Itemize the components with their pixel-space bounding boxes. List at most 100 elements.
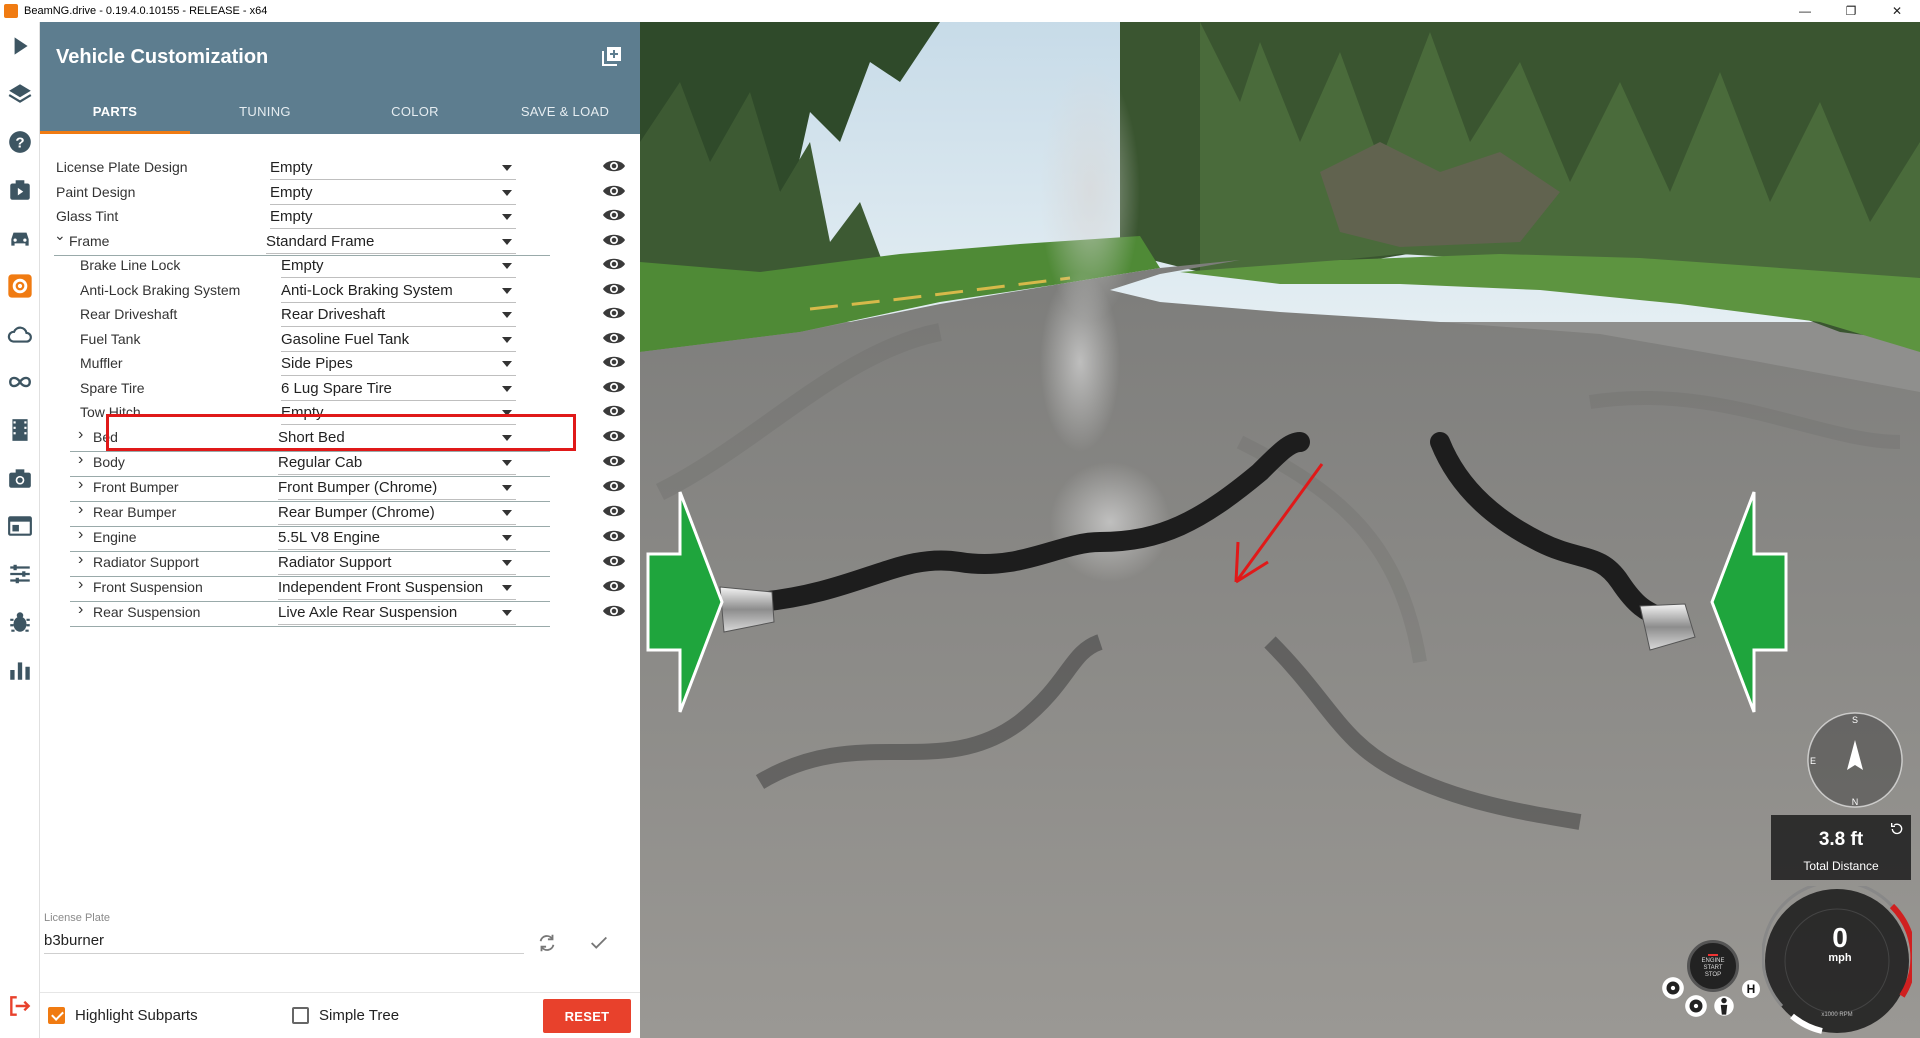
chevron-down-icon[interactable]: ⌄ — [54, 227, 66, 244]
visibility-eye-icon[interactable] — [602, 207, 626, 225]
visibility-eye-icon[interactable] — [602, 528, 626, 546]
chevron-right-icon[interactable]: › — [78, 451, 83, 469]
missions-icon[interactable] — [0, 166, 40, 214]
part-select-value: Radiator Support — [278, 553, 392, 571]
chevron-right-icon[interactable]: › — [78, 426, 83, 444]
visibility-eye-icon[interactable] — [602, 428, 626, 446]
parts-gear-icon[interactable] — [0, 262, 40, 310]
chevron-right-icon[interactable]: › — [78, 501, 83, 519]
apply-check-icon[interactable] — [588, 932, 610, 954]
visibility-eye-icon[interactable] — [602, 232, 626, 250]
part-select-value: Standard Frame — [266, 232, 375, 250]
chevron-right-icon[interactable]: › — [78, 476, 83, 494]
part-select-value: Empty — [281, 404, 324, 421]
visibility-eye-icon[interactable] — [602, 603, 626, 621]
part-select-value: Anti-Lock Braking System — [281, 281, 453, 299]
tab-parts[interactable]: PARTS — [40, 88, 190, 134]
visibility-eye-icon[interactable] — [602, 305, 626, 323]
license-plate-input[interactable]: b3burner — [44, 926, 524, 954]
part-select-value: Empty — [270, 183, 313, 201]
gear-indicator: H — [1742, 980, 1760, 998]
visibility-eye-icon[interactable] — [602, 403, 626, 421]
film-icon[interactable] — [0, 406, 40, 454]
part-label: Frame — [69, 232, 110, 249]
driver-icon[interactable] — [1713, 993, 1735, 1019]
visibility-eye-icon[interactable] — [602, 503, 626, 521]
camera-icon[interactable] — [0, 454, 40, 502]
layers-icon[interactable] — [0, 70, 40, 118]
visibility-eye-icon[interactable] — [602, 553, 626, 571]
stats-icon[interactable] — [0, 646, 40, 694]
popout-window-icon[interactable] — [600, 44, 624, 68]
chevron-right-icon[interactable]: › — [78, 551, 83, 569]
tab-save-load[interactable]: SAVE & LOAD — [490, 88, 640, 134]
game-viewport[interactable] — [640, 22, 1920, 1038]
help-icon[interactable]: ? — [0, 118, 40, 166]
svg-text:?: ? — [15, 134, 24, 151]
part-select-value: Regular Cab — [278, 453, 363, 471]
vehicle-customization-panel: Vehicle Customization PARTS TUNING COLOR… — [40, 22, 640, 1038]
restore-button[interactable]: ❐ — [1828, 0, 1874, 22]
cloud-icon[interactable] — [0, 310, 40, 358]
part-select-value: Rear Driveshaft — [281, 306, 386, 323]
visibility-eye-icon[interactable] — [602, 158, 626, 176]
beamng-app-icon — [4, 4, 18, 18]
reset-button[interactable]: RESET — [543, 999, 631, 1033]
speed-value: 0 — [1832, 922, 1848, 953]
part-select-value: Independent Front Suspension — [278, 578, 484, 596]
chevron-right-icon[interactable]: › — [78, 526, 83, 544]
wheel-icon[interactable] — [1683, 993, 1709, 1019]
dropdown-caret-icon — [502, 287, 512, 294]
visibility-eye-icon[interactable] — [602, 281, 626, 299]
refresh-icon[interactable] — [536, 932, 558, 954]
part-label: Paint Design — [56, 183, 136, 200]
panel-tabs: PARTS TUNING COLOR SAVE & LOAD — [40, 88, 640, 134]
dropdown-caret-icon — [502, 361, 512, 367]
visibility-eye-icon[interactable] — [602, 183, 626, 201]
simple-tree-label: Simple Tree — [319, 1007, 400, 1024]
dropdown-caret-icon — [502, 165, 512, 171]
visibility-eye-icon[interactable] — [602, 478, 626, 496]
engine-start-stop-button[interactable]: ENGINE START STOP — [1687, 940, 1739, 992]
part-select-value: Side Pipes — [281, 355, 353, 372]
dropdown-caret-icon — [502, 584, 512, 591]
minimize-button[interactable]: — — [1782, 0, 1828, 22]
panel-header: Vehicle Customization PARTS TUNING COLOR… — [40, 22, 640, 134]
visibility-eye-icon[interactable] — [602, 453, 626, 471]
windows-icon[interactable] — [0, 502, 40, 550]
close-button[interactable]: ✕ — [1874, 0, 1920, 22]
part-label: Body — [93, 453, 125, 470]
reset-distance-icon[interactable] — [1889, 821, 1905, 837]
flowgraph-icon[interactable] — [0, 358, 40, 406]
panel-title: Vehicle Customization — [56, 46, 269, 68]
visibility-eye-icon[interactable] — [602, 256, 626, 274]
highlight-subparts-checkbox[interactable]: Highlight Subparts — [48, 1007, 198, 1024]
dropdown-caret-icon — [502, 336, 512, 343]
part-label: Rear Driveshaft — [80, 306, 178, 322]
bug-icon[interactable] — [0, 598, 40, 646]
checkbox-checked[interactable] — [48, 1007, 65, 1024]
speed-unit: mph — [1828, 952, 1852, 964]
chevron-right-icon[interactable]: › — [78, 601, 83, 619]
play-icon[interactable] — [0, 22, 40, 70]
chevron-right-icon[interactable]: › — [78, 576, 83, 594]
sliders-icon[interactable] — [0, 550, 40, 598]
part-label: Spare Tire — [80, 379, 145, 396]
visibility-eye-icon[interactable] — [602, 330, 626, 348]
compass-bottom-label: N — [1852, 797, 1859, 807]
visibility-eye-icon[interactable] — [602, 578, 626, 596]
part-select-value: Empty — [270, 208, 313, 225]
part-select-value: Empty — [281, 257, 324, 274]
vehicle-icon[interactable] — [0, 214, 40, 262]
tab-tuning[interactable]: TUNING — [190, 88, 340, 134]
visibility-eye-icon[interactable] — [602, 354, 626, 372]
engine-label-1: ENGINE — [1701, 957, 1725, 964]
exit-icon[interactable] — [0, 982, 40, 1030]
simple-tree-checkbox[interactable]: Simple Tree — [292, 1007, 399, 1024]
tab-color[interactable]: COLOR — [340, 88, 490, 134]
dropdown-caret-icon — [502, 312, 512, 318]
visibility-eye-icon[interactable] — [602, 379, 626, 397]
checkbox-unchecked[interactable] — [292, 1007, 309, 1024]
part-select-rear-suspension[interactable]: Live Axle Rear Suspension — [278, 601, 516, 625]
part-select-value: Gasoline Fuel Tank — [281, 330, 410, 348]
